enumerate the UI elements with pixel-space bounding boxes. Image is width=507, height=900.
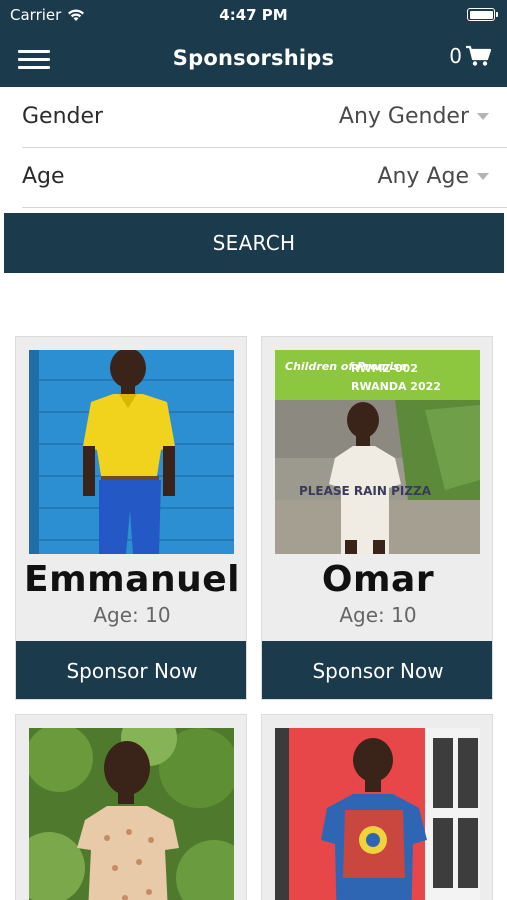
photo-region: RWANDA 2022 (351, 380, 441, 393)
status-bar: Carrier 4:47 PM (0, 0, 507, 30)
search-button[interactable]: SEARCH (4, 213, 504, 273)
cart-icon (466, 45, 491, 66)
page-title: Sponsorships (172, 46, 335, 70)
age-value: Any Age (377, 164, 469, 189)
shirt-print: PLEASE RAIN PIZZA (299, 484, 432, 498)
cart-count: 0 (449, 44, 462, 68)
dropdown-caret-icon (477, 173, 489, 180)
child-name: Omar (321, 559, 435, 600)
child-card (15, 714, 247, 900)
dropdown-caret-icon (477, 113, 489, 120)
child-card (261, 714, 493, 900)
gender-label: Gender (22, 104, 104, 129)
child-card: Emmanuel Age: 10 Sponsor Now (15, 336, 247, 700)
top-bar: Carrier 4:47 PM Sponsorships 0 (0, 0, 507, 87)
child-photo[interactable]: Children of Promise RWMZ-002 RWANDA 2022… (275, 350, 480, 554)
sponsor-now-button[interactable]: Sponsor Now (16, 641, 246, 699)
status-time: 4:47 PM (219, 6, 288, 24)
age-label: Age (22, 164, 65, 189)
battery-icon (467, 8, 498, 21)
child-name: Emmanuel (24, 559, 240, 600)
child-age: Age: 10 (339, 603, 417, 627)
gender-filter[interactable]: Gender Any Gender (22, 88, 507, 148)
child-photo[interactable] (29, 350, 234, 554)
photo-code: RWMZ-002 (351, 362, 418, 375)
child-photo[interactable] (29, 728, 234, 900)
nav-bar: Sponsorships 0 (0, 30, 507, 87)
sponsor-now-button[interactable]: Sponsor Now (262, 641, 492, 699)
app-screen: Carrier 4:47 PM Sponsorships 0 Gender An… (0, 0, 507, 900)
age-filter[interactable]: Age Any Age (22, 148, 507, 208)
child-age: Age: 10 (93, 603, 171, 627)
child-card: Children of Promise RWMZ-002 RWANDA 2022… (261, 336, 493, 700)
cart-button[interactable]: 0 (449, 44, 491, 68)
gender-value: Any Gender (338, 104, 469, 129)
child-photo[interactable] (275, 728, 480, 900)
